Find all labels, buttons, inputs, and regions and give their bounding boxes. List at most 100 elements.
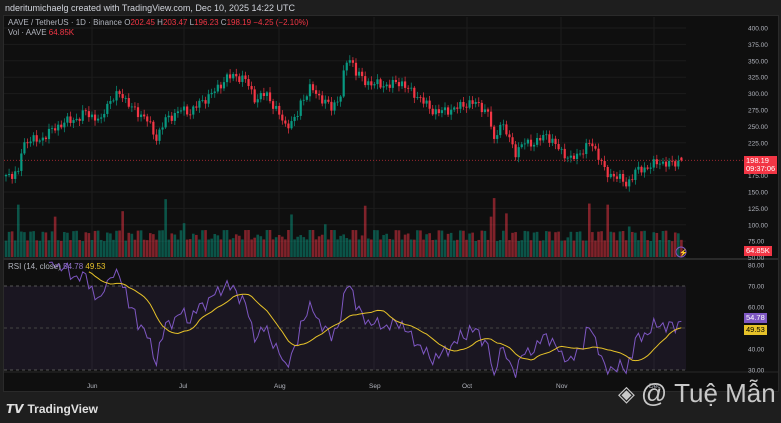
volume-bar [649, 241, 652, 257]
volume-bar [492, 198, 496, 257]
candle-body [38, 140, 41, 142]
volume-bar [670, 241, 674, 257]
candle-body [41, 137, 44, 141]
volume-legend[interactable]: Vol · AAVE 64.85K [8, 28, 74, 37]
candle-body [164, 117, 167, 128]
volume-bar [75, 230, 78, 257]
candle-body [4, 174, 8, 177]
volume-bar [416, 230, 419, 257]
volume-bar [170, 233, 174, 257]
volume-bar [38, 240, 42, 257]
rsi-legend[interactable]: RSI (14, close) 54.78 49.53 [8, 262, 105, 271]
candle-body [661, 161, 665, 164]
volume-bar [609, 231, 613, 257]
candle-body [241, 75, 244, 82]
time-axis-label: Jul [179, 383, 188, 390]
volume-bar [56, 240, 60, 257]
volume-bar [640, 231, 643, 257]
candle-body [671, 160, 674, 162]
volume-bar [173, 234, 177, 257]
candle-body [176, 111, 180, 114]
candle-body [407, 87, 410, 89]
rsi-value: 54.78 [63, 262, 84, 271]
candle-body [219, 84, 222, 89]
volume-bar [627, 226, 631, 257]
volume-bar [228, 239, 232, 257]
candle-body [290, 121, 293, 129]
symbol-legend[interactable]: AAVE / TetherUS · 1D · Binance O202.45 H… [8, 18, 308, 27]
volume-bar [308, 229, 312, 257]
volume-bar [238, 235, 241, 257]
volume-bars [4, 198, 683, 257]
rsi-ma-tag: 49.53 [744, 325, 767, 335]
candle-body [259, 93, 262, 100]
volume-bar [327, 239, 330, 257]
volume-bar [538, 240, 542, 257]
volume-bar [247, 230, 250, 257]
volume-bar [615, 240, 619, 257]
volume-bar [403, 234, 407, 257]
volume-bar [320, 234, 324, 257]
volume-bar [262, 239, 266, 257]
volume-bar [139, 230, 143, 257]
candle-body [81, 110, 84, 121]
price-axis-label: 250.00 [748, 124, 768, 131]
candle-body [385, 84, 388, 87]
volume-bar [47, 240, 51, 257]
candle-body [502, 124, 505, 126]
candle-body [182, 106, 186, 111]
candle-body [100, 117, 103, 119]
candle-body [299, 100, 302, 116]
volume-bar [302, 237, 306, 257]
volume-bar [455, 239, 459, 257]
volume-bar [597, 231, 600, 257]
volume-bar [514, 232, 517, 257]
candle-body [376, 79, 379, 85]
candle-body [84, 110, 87, 112]
volume-bar [652, 232, 656, 257]
price-axis-label: 400.00 [748, 26, 768, 33]
volume-bar [394, 230, 398, 257]
chart-canvas[interactable]: 400.00 375.00 350.00 325.00 300.00 275.00 250.… [0, 0, 781, 423]
volume-bar [44, 232, 48, 257]
volume-bar [265, 230, 269, 257]
volume-bar [63, 232, 66, 257]
volume-bar [268, 229, 272, 257]
tradingview-logo[interactable]: 𝙏𝙑 TradingView [6, 402, 98, 416]
volume-bar [290, 214, 293, 257]
candle-body [394, 79, 397, 83]
candle-body [511, 137, 514, 145]
volume-bar [259, 236, 263, 257]
candle-body [121, 94, 124, 99]
volume-bar [53, 216, 57, 257]
candle-body [35, 135, 38, 142]
candle-body [526, 139, 529, 144]
time-axis-label: Sep [369, 383, 381, 390]
lightning-glyph: ⚡ [679, 248, 688, 257]
volume-bar [293, 239, 296, 257]
candle-body [351, 60, 355, 63]
volume-bar [428, 233, 431, 257]
volume-bar [646, 240, 649, 257]
volume-bar [624, 240, 628, 257]
candle-body [265, 92, 269, 96]
candle-body [357, 71, 361, 76]
volume-bar [419, 230, 422, 257]
candle-body [23, 142, 26, 154]
candle-body [483, 109, 487, 113]
candle-body [354, 62, 358, 76]
candle-body [566, 157, 569, 159]
volume-bar [281, 236, 284, 257]
candle-body [318, 93, 321, 96]
volume-bar [584, 240, 588, 257]
volume-bar [471, 232, 474, 257]
candle-body [14, 171, 17, 179]
candle-body [296, 115, 299, 117]
candle-body [345, 62, 348, 71]
volume-bar [667, 239, 671, 257]
volume-bar [4, 240, 8, 257]
volume-bar [121, 211, 124, 257]
volume-bar [477, 239, 481, 257]
candle-body [480, 102, 483, 113]
volume-bar [213, 234, 217, 257]
